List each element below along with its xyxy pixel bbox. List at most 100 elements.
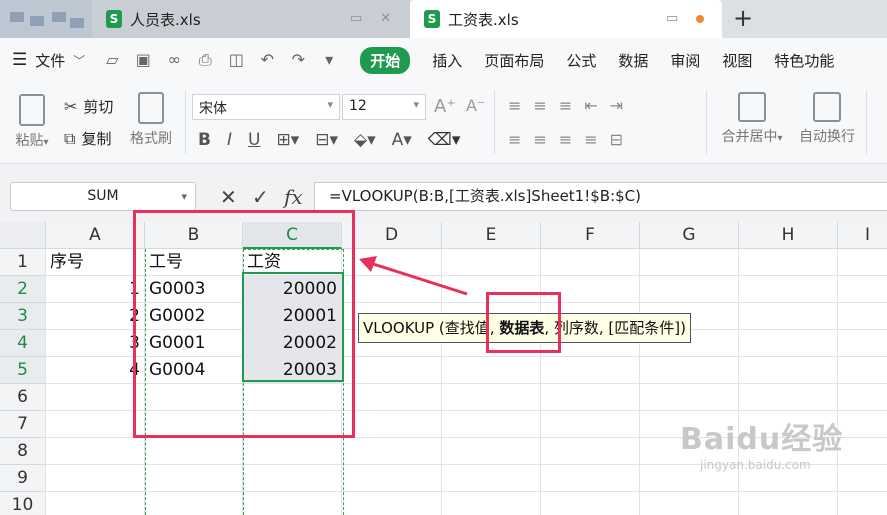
annotation-box-table-argument — [486, 292, 561, 353]
align-top-icon[interactable]: ≡ — [508, 96, 521, 115]
confirm-icon[interactable]: ✓ — [252, 185, 269, 209]
cell-a4[interactable]: 3 — [46, 330, 145, 357]
grow-font-button[interactable]: A⁺ — [434, 96, 456, 117]
cut-button[interactable]: ✂ 剪切 — [64, 96, 113, 117]
brush-icon — [138, 92, 164, 124]
close-tab-icon[interactable]: ✕ — [380, 11, 391, 26]
chevron-down-icon: ▾ — [413, 98, 419, 111]
undo-icon[interactable]: ↶ — [258, 50, 276, 70]
cell-a5[interactable]: 4 — [46, 357, 145, 384]
name-box[interactable]: SUM ▾ — [10, 182, 196, 211]
row-header-2[interactable]: 2 — [0, 276, 46, 303]
menu-formulas[interactable]: 公式 — [566, 50, 596, 71]
row-header-1[interactable]: 1 — [0, 249, 46, 276]
redo-icon[interactable]: ↷ — [289, 50, 307, 70]
column-header-h[interactable]: H — [739, 222, 838, 249]
underline-button[interactable]: U — [248, 130, 260, 150]
watermark-brand: Baidu经验 — [680, 422, 844, 457]
formula-input[interactable]: =VLOOKUP(B:B,[工资表.xls]Sheet1!$B:$C) — [314, 182, 887, 211]
divider — [706, 90, 707, 154]
monitor-icon[interactable]: ▭ — [350, 11, 362, 26]
auto-wrap-label: 自动换行 — [799, 129, 855, 145]
column-header-f[interactable]: F — [541, 222, 640, 249]
tab1-controls: ▭ ✕ — [350, 11, 391, 26]
file-menu-label: 文件 — [35, 51, 66, 70]
more-icon[interactable]: ▾ — [320, 50, 338, 70]
align-center-icon[interactable]: ≡ — [533, 130, 546, 149]
font-color-icon[interactable]: A▾ — [392, 130, 412, 150]
new-tab-button[interactable]: + — [733, 4, 753, 32]
column-header-i[interactable]: I — [838, 222, 887, 249]
tab-label: 工资表.xls — [448, 10, 519, 29]
align-right-icon[interactable]: ≡ — [559, 130, 572, 149]
menu-review[interactable]: 审阅 — [670, 50, 700, 71]
merge-center-button[interactable]: 合并居中▾ — [716, 92, 788, 146]
paste-button[interactable]: 粘贴▾ — [12, 94, 52, 150]
tab-bar: S 人员表.xls S 工资表.xls ▭ ✕ ▭ + — [0, 0, 887, 38]
justify-icon[interactable]: ≡ — [584, 130, 597, 149]
row-header-3[interactable]: 3 — [0, 303, 46, 330]
font-name-select[interactable]: 宋体 ▾ — [192, 94, 340, 120]
file-menu[interactable]: ☰ 文件 ﹀ — [12, 50, 85, 71]
menu-page-layout[interactable]: 页面布局 — [484, 50, 544, 71]
print-preview-icon[interactable]: ◫ — [227, 50, 245, 70]
distribute-icon[interactable]: ⊟ — [610, 130, 623, 149]
font-size-select[interactable]: 12 ▾ — [342, 94, 426, 120]
column-header-g[interactable]: G — [640, 222, 739, 249]
blurred-tab[interactable] — [0, 0, 92, 38]
menu-view[interactable]: 视图 — [722, 50, 752, 71]
chevron-down-icon: ▾ — [327, 98, 333, 111]
font-name-value: 宋体 — [199, 101, 227, 117]
save-icon[interactable]: ▣ — [134, 50, 152, 70]
menu-special-features[interactable]: 特色功能 — [774, 50, 834, 71]
print-icon[interactable]: ⎙ — [196, 50, 214, 70]
open-folder-icon[interactable]: ▱ — [103, 50, 121, 70]
select-all-corner[interactable] — [0, 222, 46, 249]
column-header-d[interactable]: D — [342, 222, 442, 249]
cell-a2[interactable]: 1 — [46, 276, 145, 303]
menu-start[interactable]: 开始 — [360, 46, 411, 74]
annotation-box-lookup-table — [133, 210, 355, 438]
cell-a3[interactable]: 2 — [46, 303, 145, 330]
row-header-4[interactable]: 4 — [0, 330, 46, 357]
fill-icon[interactable]: ⊟▾ — [315, 130, 338, 150]
border-icon[interactable]: ⊞▾ — [276, 130, 299, 150]
cell-a1[interactable]: 序号 — [46, 249, 145, 276]
cut-label: 剪切 — [83, 98, 114, 116]
shrink-font-button[interactable]: A⁻ — [466, 96, 485, 115]
font-size-value: 12 — [349, 98, 367, 114]
cancel-icon[interactable]: ✕ — [220, 185, 237, 209]
tab2-controls: ▭ — [666, 11, 705, 26]
ribbon: 粘贴▾ ✂ 剪切 ⧉ 复制 格式刷 宋体 ▾ 12 ▾ A⁺ A⁻ B I U … — [0, 82, 887, 164]
row-header-9[interactable]: 9 — [0, 465, 46, 492]
menu-insert[interactable]: 插入 — [432, 50, 462, 71]
auto-wrap-button[interactable]: 自动换行 — [796, 92, 858, 146]
row-header-10[interactable]: 10 — [0, 492, 46, 515]
align-bottom-icon[interactable]: ≡ — [559, 96, 572, 115]
bold-button[interactable]: B — [198, 130, 211, 150]
copy-button[interactable]: ⧉ 复制 — [64, 128, 111, 149]
row-header-8[interactable]: 8 — [0, 438, 46, 465]
quick-access-toolbar: ▱ ▣ ∞ ⎙ ◫ ↶ ↷ ▾ — [103, 50, 338, 70]
row-header-5[interactable]: 5 — [0, 357, 46, 384]
divider — [494, 90, 495, 154]
paint-bucket-icon[interactable]: ⬙▾ — [354, 130, 376, 150]
divider — [185, 90, 186, 154]
insert-function-icon[interactable]: fx — [284, 185, 303, 209]
orientation-icon[interactable]: ⇥ — [610, 96, 623, 115]
align-left-icon[interactable]: ≡ — [508, 130, 521, 149]
menu-data[interactable]: 数据 — [618, 50, 648, 71]
italic-button[interactable]: I — [227, 130, 232, 150]
menu-bar: ☰ 文件 ﹀ ▱ ▣ ∞ ⎙ ◫ ↶ ↷ ▾ 开始 插入 页面布局 公式 数据 … — [0, 38, 887, 82]
align-middle-icon[interactable]: ≡ — [533, 96, 546, 115]
divider — [866, 90, 867, 154]
row-header-7[interactable]: 7 — [0, 411, 46, 438]
row-header-6[interactable]: 6 — [0, 384, 46, 411]
eraser-icon[interactable]: ⌫▾ — [428, 130, 461, 150]
link-icon[interactable]: ∞ — [165, 50, 183, 70]
column-header-a[interactable]: A — [46, 222, 145, 249]
format-painter-button[interactable]: 格式刷 — [126, 92, 176, 148]
indent-icon[interactable]: ⇤ — [584, 96, 597, 115]
column-header-e[interactable]: E — [442, 222, 541, 249]
monitor-icon[interactable]: ▭ — [666, 11, 678, 26]
